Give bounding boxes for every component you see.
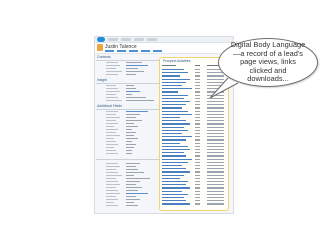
callout-bubble: Digital Body Language—a record of a lead… — [218, 38, 318, 87]
callout-text: Digital Body Language—a record of a lead… — [230, 40, 306, 84]
callout-tail-icon — [209, 77, 239, 99]
